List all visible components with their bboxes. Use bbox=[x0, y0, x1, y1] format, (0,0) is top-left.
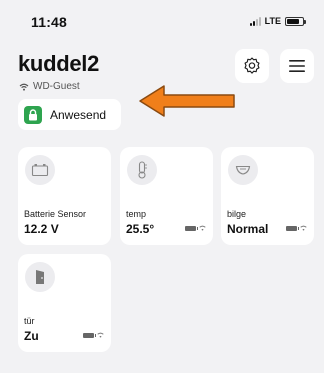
device-card-temp[interactable]: temp 25.5° bbox=[120, 147, 213, 245]
lock-icon bbox=[24, 105, 42, 124]
leak-sensor-icon bbox=[228, 155, 258, 185]
device-battery-icon bbox=[185, 225, 198, 231]
hamburger-icon bbox=[289, 60, 305, 72]
status-bar: 11:48 LTE bbox=[0, 0, 324, 44]
network-type: LTE bbox=[264, 16, 281, 26]
cellular-signal-icon bbox=[249, 16, 261, 26]
annotation-arrow bbox=[139, 85, 235, 117]
device-value: Zu bbox=[24, 329, 39, 343]
device-card-bilge[interactable]: bilge Normal bbox=[221, 147, 314, 245]
presence-label: Anwesend bbox=[50, 107, 107, 122]
door-icon bbox=[25, 262, 55, 292]
device-name: Batterie Sensor bbox=[24, 209, 87, 219]
device-name: tür bbox=[24, 316, 35, 326]
connection-indicator bbox=[286, 225, 307, 231]
page-title: kuddel2 bbox=[18, 51, 100, 76]
connection-indicator bbox=[185, 225, 206, 231]
device-card-battery-sensor[interactable]: Batterie Sensor 12.2 V bbox=[18, 147, 111, 245]
wifi-name: WD-Guest bbox=[33, 81, 80, 92]
wifi-icon bbox=[199, 225, 206, 231]
thermometer-icon bbox=[127, 155, 157, 185]
wifi-icon bbox=[300, 225, 307, 231]
device-value: 12.2 V bbox=[24, 222, 59, 236]
menu-button[interactable] bbox=[280, 49, 314, 83]
battery-icon bbox=[25, 155, 55, 185]
connection-indicator bbox=[83, 332, 104, 338]
settings-button[interactable] bbox=[235, 49, 269, 83]
device-battery-icon bbox=[286, 225, 299, 231]
device-value: Normal bbox=[227, 222, 269, 236]
status-indicators: LTE bbox=[249, 16, 306, 26]
wifi-info: WD-Guest bbox=[19, 81, 80, 92]
battery-status-icon bbox=[285, 16, 306, 26]
device-name: bilge bbox=[227, 209, 247, 219]
status-time: 11:48 bbox=[31, 14, 68, 30]
device-battery-icon bbox=[83, 332, 96, 338]
wifi-icon bbox=[19, 83, 29, 91]
presence-status-button[interactable]: Anwesend bbox=[18, 99, 121, 130]
wifi-icon bbox=[97, 332, 104, 338]
device-name: temp bbox=[126, 209, 147, 219]
gear-icon bbox=[244, 57, 260, 74]
device-card-door[interactable]: tür Zu bbox=[18, 254, 111, 352]
device-value: 25.5° bbox=[126, 222, 155, 236]
